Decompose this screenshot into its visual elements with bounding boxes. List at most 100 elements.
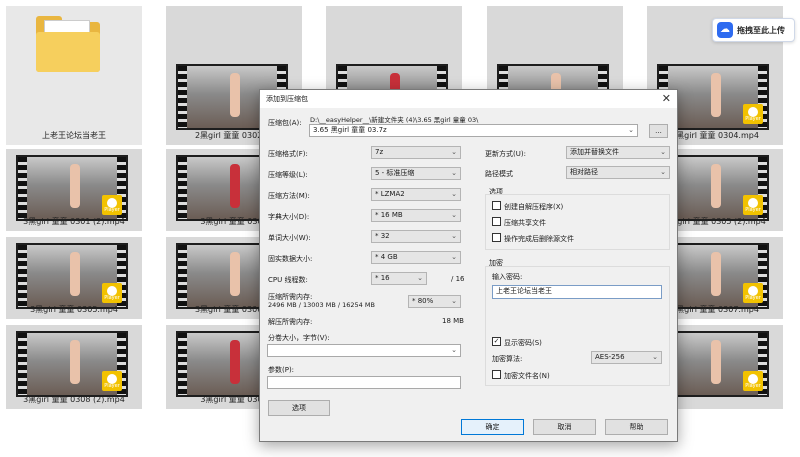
video-file-item[interactable]: Player 3黑girl 童童 0301 (2).mp4	[6, 149, 142, 231]
player-badge-icon: Player	[102, 195, 122, 215]
encryption-method-select[interactable]: AES-256 ⌄	[591, 351, 662, 364]
update-mode-label: 更新方式(U):	[485, 150, 526, 158]
level-label: 压缩等级(L):	[268, 171, 308, 179]
chevron-down-icon: ⌄	[660, 148, 666, 156]
split-volume-label: 分卷大小，字节(V):	[268, 334, 330, 342]
archive-directory: D:\__easyHelper__\新建文件夹 (4)\3.65 黑girl 童…	[310, 116, 479, 124]
cpu-threads-value: * 16	[375, 274, 390, 282]
encrypt-names-checkbox[interactable]	[492, 370, 501, 379]
chevron-down-icon: ⌄	[451, 169, 457, 177]
encrypt-names-label: 加密文件名(N)	[504, 372, 550, 380]
player-badge-icon: Player	[102, 283, 122, 303]
file-name-label: 3黑girl 童童 0301 (2).mp4	[23, 217, 125, 226]
word-size-select[interactable]: * 32 ⌄	[371, 230, 461, 243]
upload-button-label: 拖拽至此上传	[737, 25, 785, 35]
method-value: * LZMA2	[375, 190, 405, 198]
path-mode-select[interactable]: 相对路径 ⌄	[566, 166, 670, 179]
split-volume-combo[interactable]: ⌄	[267, 344, 461, 357]
player-badge-icon: Player	[743, 371, 763, 391]
player-badge-icon: Player	[743, 195, 763, 215]
archive-label: 压缩包(A):	[268, 119, 302, 127]
solid-block-select[interactable]: * 4 GB ⌄	[371, 251, 461, 264]
help-button[interactable]: 帮助	[605, 419, 668, 435]
format-label: 压缩格式(F):	[268, 150, 308, 158]
format-value: 7z	[375, 148, 384, 156]
file-name-label: 3黑girl 童童 0308 (2).mp4	[23, 395, 125, 404]
delete-source-checkbox[interactable]	[492, 233, 501, 242]
chevron-down-icon: ⌄	[451, 253, 457, 261]
level-select[interactable]: 5 - 标准压缩 ⌄	[371, 167, 461, 180]
dictionary-value: * 16 MB	[375, 211, 403, 219]
player-badge-icon: Player	[743, 104, 763, 124]
memory-percent-select[interactable]: * 80% ⌄	[408, 295, 461, 308]
dictionary-label: 字典大小(D):	[268, 213, 310, 221]
file-name-label: 上老王论坛当老王	[42, 131, 106, 140]
upload-button[interactable]: ☁ 拖拽至此上传	[712, 18, 795, 42]
dialog-titlebar: 添加到压缩包 ✕	[260, 90, 677, 108]
sfx-label: 创建自解压程序(X)	[504, 203, 564, 211]
chevron-down-icon: ⌄	[451, 232, 457, 240]
cloud-upload-icon: ☁	[717, 22, 733, 38]
player-badge-icon: Player	[743, 283, 763, 303]
method-select[interactable]: * LZMA2 ⌄	[371, 188, 461, 201]
show-password-label: 显示密码(S)	[504, 339, 542, 347]
encryption-method-value: AES-256	[595, 353, 625, 361]
shared-files-label: 压缩共享文件	[504, 219, 546, 227]
sfx-checkbox[interactable]	[492, 201, 501, 210]
ok-button[interactable]: 确定	[461, 419, 524, 435]
path-mode-label: 路径模式	[485, 170, 513, 178]
memory-percent-value: * 80%	[412, 297, 434, 305]
parameters-label: 参数(P):	[268, 366, 295, 374]
dialog-title: 添加到压缩包	[266, 95, 308, 103]
video-thumbnail: Player	[16, 331, 128, 397]
archive-name-combo[interactable]: 3.65 黑girl 童童 03.7z ⌄	[309, 124, 638, 137]
options-button[interactable]: 选项	[268, 400, 330, 416]
solid-block-value: * 4 GB	[375, 253, 398, 261]
update-mode-value: 添加并替换文件	[570, 148, 619, 156]
folder-item[interactable]: 上老王论坛当老王	[6, 6, 142, 145]
shared-files-checkbox[interactable]	[492, 217, 501, 226]
format-select[interactable]: 7z ⌄	[371, 146, 461, 159]
add-to-archive-dialog: 添加到压缩包 ✕ 压缩包(A): D:\__easyHelper__\新建文件夹…	[259, 89, 678, 442]
chevron-down-icon: ⌄	[417, 274, 423, 282]
video-file-item[interactable]: Player 3黑girl 童童 0308 (2).mp4	[6, 325, 142, 409]
word-size-label: 单词大小(W):	[268, 234, 311, 242]
delete-source-label: 操作完成后删除源文件	[504, 235, 574, 243]
file-name-label: 3黑girl 童童 0305.mp4	[30, 305, 118, 314]
cancel-button[interactable]: 取消	[533, 419, 596, 435]
archive-name-value: 3.65 黑girl 童童 03.7z	[313, 126, 387, 134]
word-size-value: * 32	[375, 232, 390, 240]
encryption-method-label: 加密算法:	[492, 355, 523, 363]
memory-decompress-label: 解压所需内存:	[268, 318, 313, 326]
video-file-item[interactable]: Player 3黑girl 童童 0305.mp4	[6, 237, 142, 319]
chevron-down-icon: ⌄	[451, 190, 457, 198]
video-thumbnail: Player	[16, 243, 128, 309]
player-badge-icon: Player	[102, 371, 122, 391]
video-thumbnail: Player	[16, 155, 128, 221]
chevron-down-icon: ⌄	[660, 168, 666, 176]
browse-button[interactable]: ...	[649, 124, 668, 138]
method-label: 压缩方法(M):	[268, 192, 310, 200]
folder-icon	[36, 16, 100, 72]
memory-compress-value: 2496 MB / 13003 MB / 16254 MB	[268, 301, 375, 309]
encryption-group	[485, 266, 670, 386]
parameters-input[interactable]	[267, 376, 461, 389]
password-label: 输入密码:	[492, 273, 523, 281]
password-input[interactable]: 上老王论坛当老王	[492, 285, 662, 299]
cpu-threads-total: / 16	[451, 275, 465, 283]
path-mode-value: 相对路径	[570, 168, 598, 176]
cpu-threads-select[interactable]: * 16 ⌄	[371, 272, 427, 285]
chevron-down-icon: ⌄	[451, 297, 457, 305]
password-value: 上老王论坛当老王	[496, 287, 552, 295]
chevron-down-icon: ⌄	[628, 126, 634, 134]
solid-block-label: 固实数据大小:	[268, 255, 313, 263]
chevron-down-icon: ⌄	[451, 148, 457, 156]
level-value: 5 - 标准压缩	[375, 169, 415, 177]
dictionary-select[interactable]: * 16 MB ⌄	[371, 209, 461, 222]
cpu-threads-label: CPU 线程数:	[268, 276, 308, 284]
close-icon[interactable]: ✕	[662, 92, 671, 105]
show-password-checkbox[interactable]: ✓	[492, 337, 501, 346]
memory-decompress-value: 18 MB	[442, 317, 464, 325]
chevron-down-icon: ⌄	[451, 211, 457, 219]
update-mode-select[interactable]: 添加并替换文件 ⌄	[566, 146, 670, 159]
